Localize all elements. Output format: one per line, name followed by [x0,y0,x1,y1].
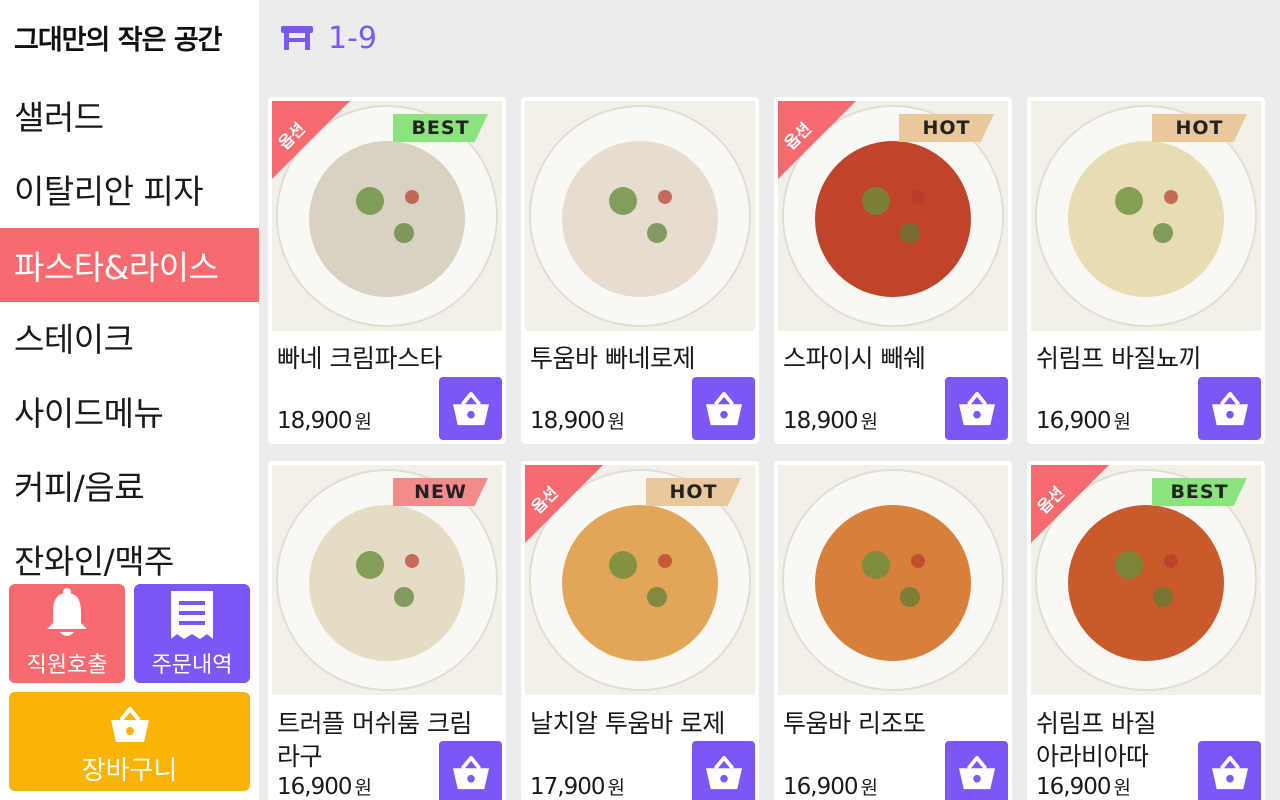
add-to-cart-button[interactable] [692,741,755,800]
basket-icon [1211,391,1248,425]
option-ribbon: 옵션 [1031,465,1109,543]
product-price: 16,900 원 [277,773,372,800]
basket-icon [705,391,742,425]
add-to-cart-button[interactable] [439,741,502,800]
product-price: 16,900 원 [1036,407,1131,434]
basket-icon [110,707,149,742]
sidebar: 그대만의 작은 공간 샐러드 이탈리안 피자 파스타&라이스 스테이크 사이드메… [0,0,259,800]
category-coffee-drinks[interactable]: 커피/음료 [0,448,259,522]
price-value: 16,900 [783,774,858,800]
product-card[interactable]: 옵션 BEST 빠네 크림파스타 18,900 원 [268,97,506,444]
product-badge: BEST [1152,478,1247,506]
category-steak[interactable]: 스테이크 [0,300,259,374]
table-indicator: 1-9 [280,20,377,56]
receipt-icon [171,591,213,639]
category-salad[interactable]: 샐러드 [0,78,259,152]
product-badge: BEST [393,114,488,142]
table-icon [281,26,313,50]
product-badge: HOT [899,114,994,142]
price-value: 17,900 [530,774,605,800]
product-price: 18,900 원 [783,407,878,434]
brand-title: 그대만의 작은 공간 [14,25,223,56]
price-value: 16,900 [1036,774,1111,800]
category-side-menu[interactable]: 사이드메뉴 [0,374,259,448]
currency-unit: 원 [354,777,372,799]
table-number: 1-9 [328,20,377,56]
product-price: 18,900 원 [530,407,625,434]
currency-unit: 원 [860,777,878,799]
price-value: 18,900 [530,408,605,434]
order-history-label: 주문내역 [151,653,233,678]
product-name: 투움바 빠네로제 [530,344,695,373]
add-to-cart-button[interactable] [1198,377,1261,440]
basket-icon [452,755,489,789]
product-name: 투움바 리조또 [783,709,926,738]
add-to-cart-button[interactable] [692,377,755,440]
call-staff-label: 직원호출 [26,653,108,678]
price-value: 18,900 [783,408,858,434]
category-pasta-rice[interactable]: 파스타&라이스 [0,228,259,302]
currency-unit: 원 [607,411,625,433]
price-value: 16,900 [1036,408,1111,434]
category-italian-pizza[interactable]: 이탈리안 피자 [0,152,259,226]
product-name: 쉬림프 바질뇨끼 [1036,344,1201,373]
product-card[interactable]: NEW 트러플 머쉬룸 크림 라구 16,900 원 [268,461,506,800]
cart-button[interactable]: 장바구니 [9,692,250,791]
add-to-cart-button[interactable] [439,377,502,440]
add-to-cart-button[interactable] [945,741,1008,800]
basket-icon [958,391,995,425]
currency-unit: 원 [354,411,372,433]
currency-unit: 원 [860,411,878,433]
option-ribbon: 옵션 [525,465,603,543]
product-card[interactable]: 옵션 HOT 날치알 투움바 로제 17,900 원 [521,461,759,800]
product-price: 18,900 원 [277,407,372,434]
option-ribbon: 옵션 [272,101,350,179]
bell-icon [47,588,87,636]
call-staff-button[interactable]: 직원호출 [9,584,125,683]
basket-icon [958,755,995,789]
price-value: 18,900 [277,408,352,434]
product-image[interactable] [778,465,1008,695]
cart-label: 장바구니 [81,756,178,786]
product-price: 16,900 원 [783,773,878,800]
option-ribbon: 옵션 [778,101,856,179]
product-name: 빠네 크림파스타 [277,344,442,373]
product-badge: NEW [393,478,488,506]
price-value: 16,900 [277,774,352,800]
product-price: 17,900 원 [530,773,625,800]
product-badge: HOT [1152,114,1247,142]
product-card[interactable]: 투움바 빠네로제 18,900 원 [521,97,759,444]
basket-icon [452,391,489,425]
product-image[interactable] [525,101,755,331]
currency-unit: 원 [1113,411,1131,433]
product-price: 16,900 원 [1036,773,1131,800]
add-to-cart-button[interactable] [945,377,1008,440]
currency-unit: 원 [607,777,625,799]
product-name: 날치알 투움바 로제 [530,709,725,738]
basket-icon [705,755,742,789]
order-history-button[interactable]: 주문내역 [134,584,250,683]
add-to-cart-button[interactable] [1198,741,1261,800]
currency-unit: 원 [1113,777,1131,799]
product-name: 스파이시 빼쉐 [783,344,926,373]
product-card[interactable]: 옵션 BEST 쉬림프 바질 아라비아따 16,900 원 [1027,461,1265,800]
product-card[interactable]: 옵션 HOT 스파이시 빼쉐 18,900 원 [774,97,1012,444]
product-card[interactable]: 투움바 리조또 16,900 원 [774,461,1012,800]
product-card[interactable]: HOT 쉬림프 바질뇨끼 16,900 원 [1027,97,1265,444]
product-badge: HOT [646,478,741,506]
basket-icon [1211,755,1248,789]
